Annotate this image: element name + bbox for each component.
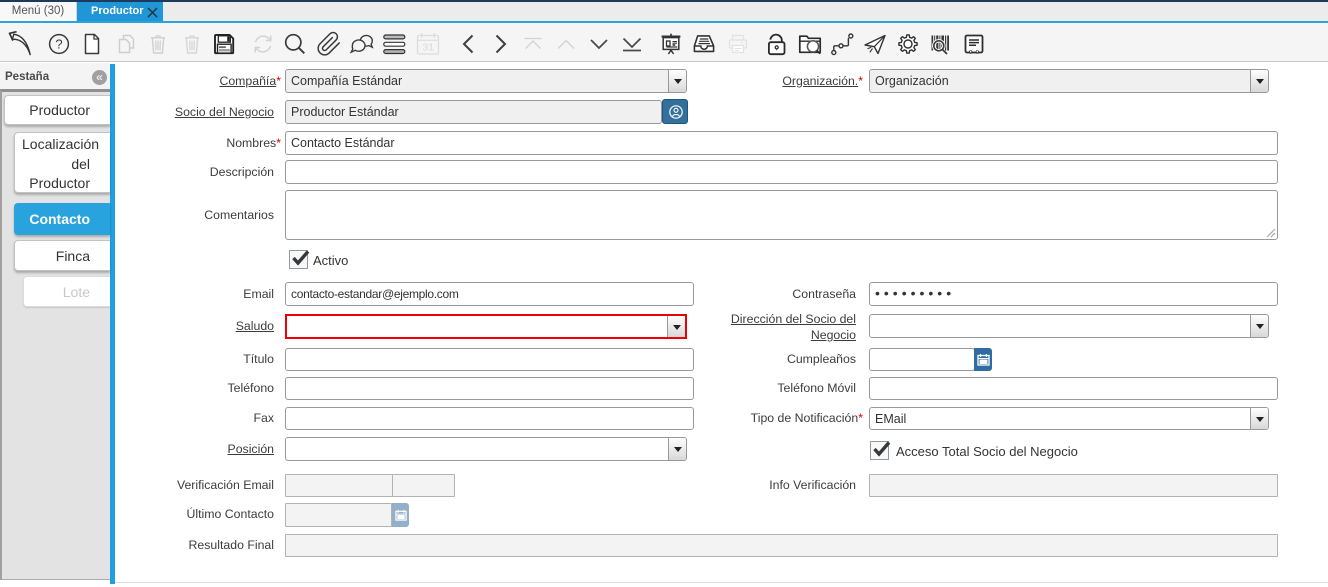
svg-text:31: 31 [422,42,434,54]
svg-text:?: ? [56,37,63,52]
